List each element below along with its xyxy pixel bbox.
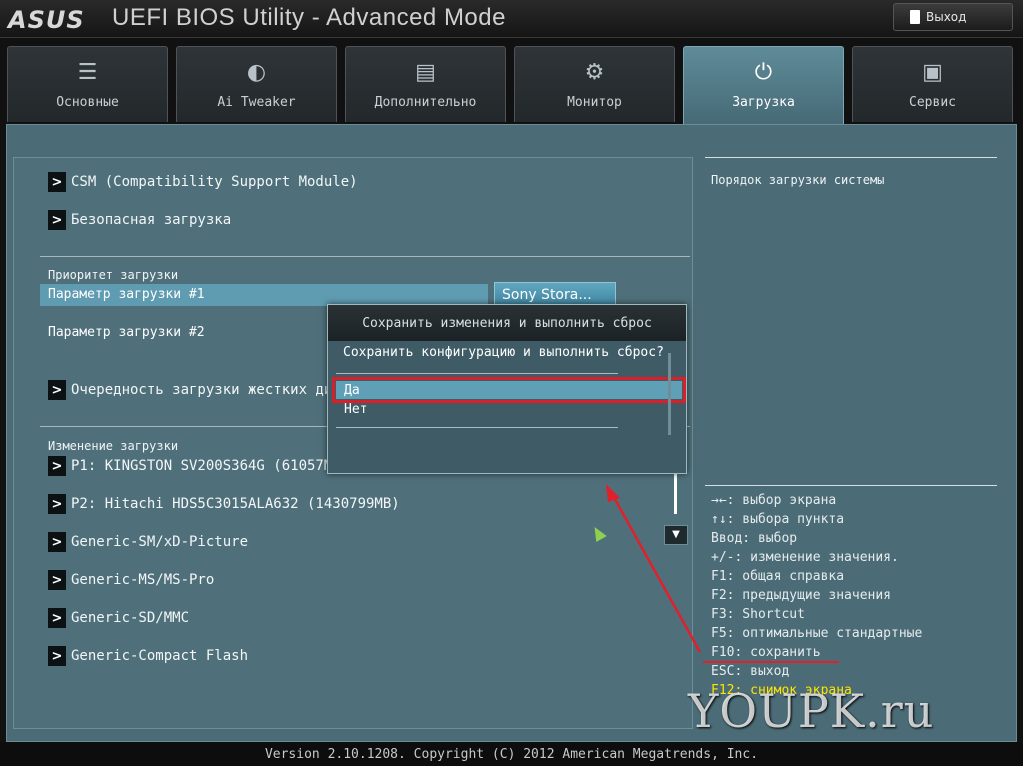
tab-ai-tweaker[interactable]: ◐ Ai Tweaker xyxy=(176,46,337,122)
key-hint: F5: оптимальные стандартные xyxy=(711,626,923,641)
divider xyxy=(705,157,997,158)
boot-override-heading: Изменение загрузки xyxy=(48,439,179,453)
help-title: Порядок загрузки системы xyxy=(711,173,885,187)
scrollbar-thumb[interactable] xyxy=(674,474,677,514)
watermark: YOUPK.ru xyxy=(688,684,935,738)
tab-label: Дополнительно xyxy=(374,95,477,110)
monitor-icon: ⚙ xyxy=(584,60,605,85)
key-hint: ESC: выход xyxy=(711,664,790,679)
hdd-priority-label: Очередность загрузки жестких дис xyxy=(71,382,341,398)
boot-device-item[interactable]: > Generic-SM/xD-Picture xyxy=(48,530,248,554)
exit-button[interactable]: Выход xyxy=(893,3,1013,31)
boot-device-item[interactable]: > P2: Hitachi HDS5C3015ALA632 (1430799MB… xyxy=(48,492,400,516)
key-legend: →←: выбор экрана ↑↓: выбора пункта Ввод:… xyxy=(711,493,1011,702)
toolbox-icon: ▣ xyxy=(922,60,943,85)
csm-submenu[interactable]: > CSM (Compatibility Support Module) xyxy=(48,170,358,194)
tab-advanced[interactable]: ▤ Дополнительно xyxy=(345,46,506,122)
chevron-right-icon: > xyxy=(48,172,66,192)
boot-priority-heading: Приоритет загрузки xyxy=(48,268,179,282)
chevron-right-icon: > xyxy=(48,494,66,514)
scroll-down-button[interactable]: ▼ xyxy=(664,525,688,545)
chevron-right-icon: > xyxy=(48,570,66,590)
asus-logo: ASUS xyxy=(8,6,85,34)
boot-option-1-label: Параметр загрузки #1 xyxy=(48,287,205,302)
secure-boot-submenu[interactable]: > Безопасная загрузка xyxy=(48,208,231,232)
device-label: Generic-MS/MS-Pro xyxy=(71,572,215,588)
dialog-title: Сохранить изменения и выполнить сброс xyxy=(328,305,686,341)
key-hint: Ввод: выбор xyxy=(711,531,798,546)
main-tabs: ☰ Основные ◐ Ai Tweaker ▤ Дополнительно … xyxy=(0,46,1023,124)
key-hint: F1: общая справка xyxy=(711,569,845,584)
boot-device-item[interactable]: > Generic-MS/MS-Pro xyxy=(48,568,214,592)
app-title: UEFI BIOS Utility - Advanced Mode xyxy=(112,4,506,31)
tab-label: Монитор xyxy=(567,95,622,110)
option-yes[interactable]: Да xyxy=(332,377,686,403)
device-label: Generic-SM/xD-Picture xyxy=(71,534,249,550)
tweaker-icon: ◐ xyxy=(246,60,267,85)
chevron-right-icon: > xyxy=(48,210,66,230)
boot-device-item[interactable]: > P1: KINGSTON SV200S364G (61057M xyxy=(48,454,332,478)
tab-label: Сервис xyxy=(909,95,956,110)
tab-label: Основные xyxy=(56,95,119,110)
secure-boot-label: Безопасная загрузка xyxy=(71,212,232,228)
tab-label: Загрузка xyxy=(732,95,795,110)
chevron-right-icon: > xyxy=(48,380,66,400)
key-hint: →←: выбор экрана xyxy=(711,493,837,508)
tab-tool[interactable]: ▣ Сервис xyxy=(852,46,1013,122)
chevron-right-icon: > xyxy=(48,646,66,666)
tab-monitor[interactable]: ⚙ Монитор xyxy=(514,46,675,122)
save-reset-dialog: Сохранить изменения и выполнить сброс Со… xyxy=(327,304,687,474)
boot-option-2-label[interactable]: Параметр загрузки #2 xyxy=(48,325,205,340)
hdd-priority-submenu[interactable]: > Очередность загрузки жестких дис xyxy=(48,378,341,402)
chevron-right-icon: > xyxy=(48,532,66,552)
key-hint: F2: предыдущие значения xyxy=(711,588,892,603)
key-hint: F3: Shortcut xyxy=(711,607,805,622)
exit-label: Выход xyxy=(926,10,967,24)
tab-main[interactable]: ☰ Основные xyxy=(7,46,168,122)
tab-label: Ai Tweaker xyxy=(217,95,296,110)
device-label: P1: KINGSTON SV200S364G (61057M xyxy=(71,458,333,474)
dialog-scrollbar[interactable] xyxy=(668,353,671,435)
boot-device-item[interactable]: > Generic-SD/MMC xyxy=(48,606,189,630)
divider xyxy=(705,485,997,486)
tab-boot[interactable]: ⏻ Загрузка xyxy=(683,46,844,124)
csm-label: CSM (Compatibility Support Module) xyxy=(71,174,358,190)
dialog-question: Сохранить конфигурацию и выполнить сброс… xyxy=(343,345,664,360)
divider xyxy=(40,256,690,257)
door-icon xyxy=(910,10,920,24)
power-icon: ⏻ xyxy=(754,60,773,85)
device-label: Generic-Compact Flash xyxy=(71,648,249,664)
device-label: Generic-SD/MMC xyxy=(71,610,190,626)
list-icon: ☰ xyxy=(77,60,98,85)
annotation-underline xyxy=(703,661,839,663)
chevron-right-icon: > xyxy=(48,608,66,628)
option-no[interactable]: Нет xyxy=(336,400,682,418)
divider xyxy=(336,373,618,374)
key-hint: +/-: изменение значения. xyxy=(711,550,899,565)
key-hint: ↑↓: выбора пункта xyxy=(711,512,845,527)
advanced-icon: ▤ xyxy=(415,60,436,85)
boot-device-item[interactable]: > Generic-Compact Flash xyxy=(48,644,248,668)
device-label: P2: Hitachi HDS5C3015ALA632 (1430799MB) xyxy=(71,496,400,512)
chevron-right-icon: > xyxy=(48,456,66,476)
version-footer: Version 2.10.1208. Copyright (C) 2012 Am… xyxy=(0,742,1023,766)
divider xyxy=(336,427,618,428)
title-bar: ASUS UEFI BIOS Utility - Advanced Mode В… xyxy=(0,0,1023,38)
